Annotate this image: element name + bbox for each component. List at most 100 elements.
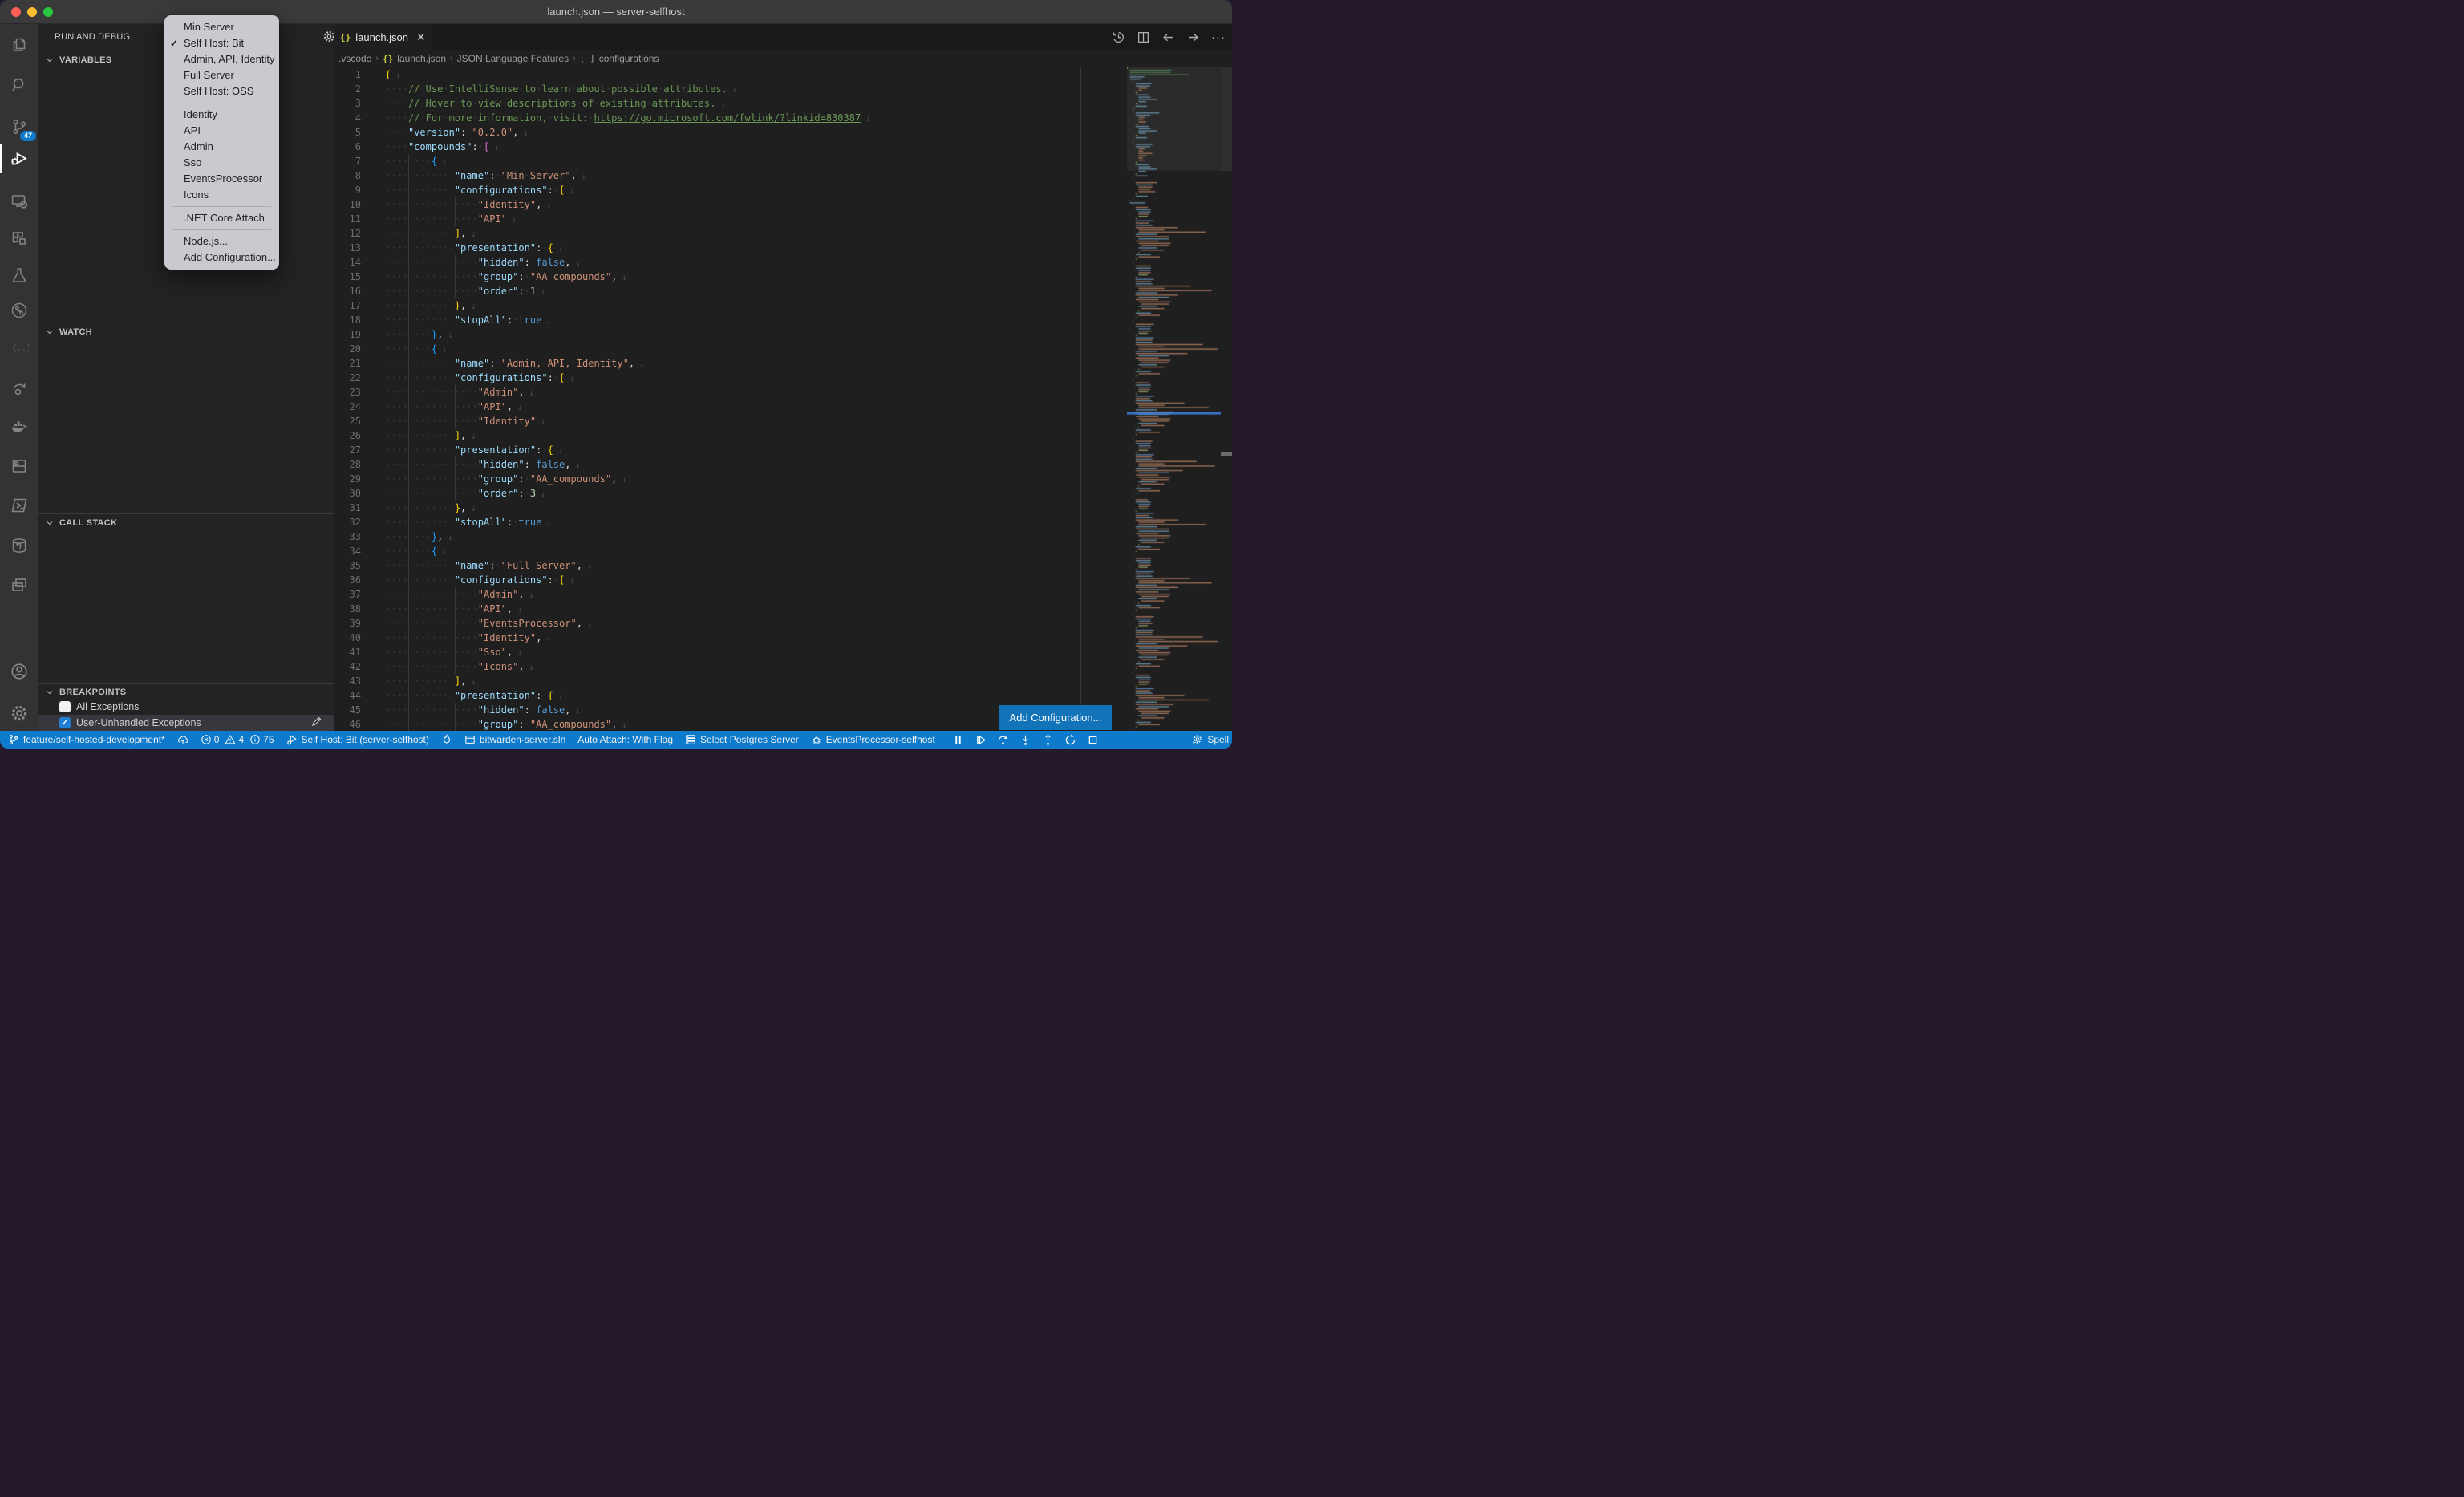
menu-item[interactable]: Admin, API, Identity [164,51,279,67]
code-line[interactable]: 12············], ↓ [334,226,1232,241]
checkbox-unchecked[interactable] [59,701,71,712]
line-number[interactable]: 2 [334,82,361,96]
code-line[interactable]: 4····//·For·more·information,·visit:·htt… [334,111,1232,125]
window-panels-icon[interactable] [0,569,38,601]
extensions-icon[interactable] [0,222,38,254]
line-number[interactable]: 30 [334,486,361,501]
run-and-debug-icon[interactable] [0,143,38,175]
code-line[interactable]: 34········{ ↓ [334,544,1232,558]
postgres-item[interactable]: Select Postgres Server [685,734,799,745]
breadcrumb-file[interactable]: launch.json [397,53,446,64]
code-line[interactable]: 3····//·Hover·to·view·descriptions·of·ex… [334,96,1232,111]
code-line[interactable]: 7········{ ↓ [334,154,1232,168]
line-number[interactable]: 9 [334,183,361,197]
line-number[interactable]: 8 [334,168,361,183]
auto-attach-item[interactable]: Auto Attach: With Flag [578,734,673,745]
live-share-icon[interactable] [0,373,38,405]
edit-pencil-icon[interactable] [310,716,322,730]
code-line[interactable]: 27············"presentation":·{ ↓ [334,443,1232,457]
code-line[interactable]: 22············"configurations":·[ ↓ [334,371,1232,385]
code-line[interactable]: 13············"presentation":·{ ↓ [334,241,1232,255]
line-number[interactable]: 27 [334,443,361,457]
code-line[interactable]: 38················"API", ↓ [334,602,1232,616]
git-graph-icon[interactable] [0,294,38,327]
menu-item[interactable]: Identity [164,107,279,123]
line-number[interactable]: 15 [334,270,361,284]
line-number[interactable]: 28 [334,457,361,472]
menu-item[interactable]: Add Configuration... [164,250,279,266]
code-line[interactable]: 39················"EventsProcessor", ↓ [334,616,1232,631]
line-number[interactable]: 13 [334,241,361,255]
solution-item[interactable]: bitwarden-server.sln [464,734,565,745]
line-number[interactable]: 33 [334,529,361,544]
line-number[interactable]: 24 [334,400,361,414]
testing-icon[interactable] [0,259,38,291]
tab-launch-json[interactable]: {} launch.json ✕ [334,24,432,50]
breakpoints-section-header[interactable]: BREAKPOINTS [38,683,334,700]
remote-explorer-icon[interactable] [0,185,38,217]
menu-item[interactable]: Admin [164,139,279,155]
problems-item[interactable]: 0 4 75 [201,734,274,745]
menu-item[interactable]: Icons [164,187,279,203]
line-number[interactable]: 36 [334,573,361,587]
scrollbar-track[interactable] [1221,67,1232,731]
breadcrumb-folder[interactable]: .vscode [338,53,371,64]
git-branch-item[interactable]: feature/self-hosted-development* [8,734,165,745]
call-stack-section-header[interactable]: CALL STACK [38,513,334,531]
line-number[interactable]: 20 [334,342,361,356]
restart-icon[interactable] [1064,734,1076,746]
menu-item[interactable]: Self Host: OSS [164,83,279,99]
step-into-icon[interactable] [1019,734,1031,746]
line-number[interactable]: 45 [334,703,361,717]
line-number[interactable]: 11 [334,212,361,226]
line-number[interactable]: 32 [334,515,361,529]
spell-checker-item[interactable]: Spell [1192,734,1229,745]
line-number[interactable]: 31 [334,501,361,515]
line-number[interactable]: 21 [334,356,361,371]
line-number[interactable]: 43 [334,674,361,688]
docker-icon[interactable] [0,411,38,443]
line-number[interactable]: 4 [334,111,361,125]
debug-launch-item[interactable]: Self Host: Bit (server-selfhost) [286,734,429,745]
code-line[interactable]: 10················"Identity", ↓ [334,197,1232,212]
code-line[interactable]: 30················"order":·3 ↓ [334,486,1232,501]
code-line[interactable]: 36············"configurations":·[ ↓ [334,573,1232,587]
continue-icon[interactable] [975,734,987,746]
breadcrumb-symbol[interactable]: configurations [599,53,659,64]
line-number[interactable]: 19 [334,327,361,342]
code-line[interactable]: 20········{ ↓ [334,342,1232,356]
menu-item[interactable]: Sso [164,155,279,171]
line-number[interactable]: 6 [334,140,361,154]
breadcrumb-provider[interactable]: JSON Language Features [457,53,569,64]
timeline-history-icon[interactable] [1112,30,1125,44]
navigate-back-icon[interactable] [1161,30,1175,44]
code-line[interactable]: 17············}, ↓ [334,298,1232,313]
line-number[interactable]: 37 [334,587,361,602]
line-number[interactable]: 10 [334,197,361,212]
line-number[interactable]: 5 [334,125,361,140]
code-line[interactable]: 26············], ↓ [334,428,1232,443]
accounts-icon[interactable] [0,655,38,688]
braces-extension-icon[interactable]: {..} [0,331,38,363]
line-number[interactable]: 34 [334,544,361,558]
line-number[interactable]: 12 [334,226,361,241]
code-line[interactable]: 19········}, ↓ [334,327,1232,342]
line-number[interactable]: 3 [334,96,361,111]
code-line[interactable]: 31············}, ↓ [334,501,1232,515]
line-number[interactable]: 44 [334,688,361,703]
line-number[interactable]: 18 [334,313,361,327]
code-line[interactable]: 1{ ↓ [334,67,1232,82]
step-over-icon[interactable] [997,734,1009,746]
minimap[interactable] [1127,67,1221,731]
code-line[interactable]: 8············"name":·"Min·Server", ↓ [334,168,1232,183]
code-editor[interactable]: 1{ ↓2····//·Use·IntelliSense·to·learn·ab… [334,67,1232,731]
close-tab-icon[interactable]: ✕ [416,30,426,44]
powershell-icon[interactable] [0,489,38,521]
line-number[interactable]: 42 [334,659,361,674]
line-number[interactable]: 29 [334,472,361,486]
code-line[interactable]: 29················"group":·"AA_compounds… [334,472,1232,486]
code-line[interactable]: 28················"hidden":·false, ↓ [334,457,1232,472]
source-control-icon[interactable]: 47 [0,111,38,143]
code-line[interactable]: 18············"stopAll":·true ↓ [334,313,1232,327]
sync-changes-item[interactable] [177,734,188,745]
